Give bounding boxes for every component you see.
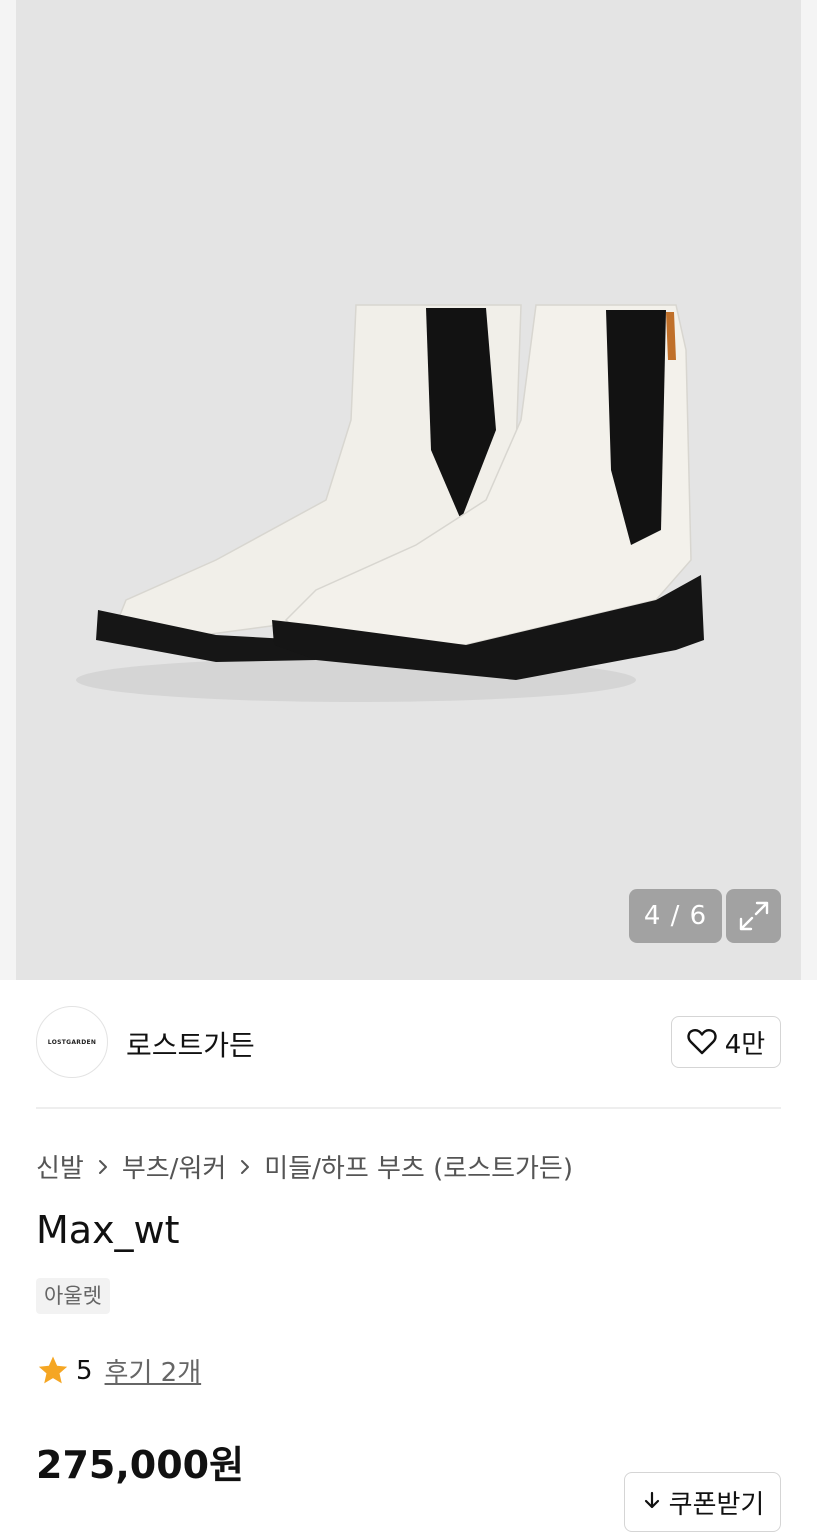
brand-row: LOSTGARDEN 로스트가든 4만	[36, 1006, 781, 1080]
breadcrumb-item-shoes[interactable]: 신발	[36, 1148, 84, 1185]
rating-score: 5	[76, 1355, 93, 1386]
expand-button[interactable]	[726, 889, 781, 943]
heart-icon	[687, 1029, 717, 1055]
star-icon	[38, 1356, 68, 1383]
download-icon	[644, 1491, 659, 1509]
expand-icon	[739, 901, 768, 931]
outlet-badge: 아울렛	[36, 1278, 110, 1314]
chevron-right-icon	[238, 1157, 252, 1177]
breadcrumb: 신발 부츠/워커 미들/하프 부츠 (로스트가든)	[36, 1148, 573, 1185]
product-image-gallery[interactable]: 4 / 6	[0, 0, 817, 980]
brand-logo[interactable]: LOSTGARDEN	[36, 1006, 108, 1078]
boots-illustration	[76, 304, 704, 702]
breadcrumb-item-middle-boots[interactable]: 미들/하프 부츠 (로스트가든)	[264, 1148, 573, 1185]
coupon-button[interactable]: 쿠폰받기	[624, 1472, 781, 1532]
chevron-right-icon	[96, 1157, 110, 1177]
product-price: 275,000원	[36, 1443, 245, 1487]
divider	[36, 1107, 781, 1109]
breadcrumb-item-boots[interactable]: 부츠/워커	[122, 1148, 226, 1185]
reviews-link[interactable]: 후기 2개	[105, 1352, 202, 1389]
like-count: 4만	[724, 1029, 766, 1060]
like-button[interactable]: 4만	[671, 1016, 781, 1068]
image-counter: 4 / 6	[629, 889, 722, 943]
product-title: Max_wt	[36, 1208, 180, 1252]
brand-logo-text: LOSTGARDEN	[47, 1038, 97, 1046]
brand-name[interactable]: 로스트가든	[126, 1024, 255, 1064]
product-image[interactable]	[16, 0, 801, 980]
rating-row: 5 후기 2개	[36, 1352, 201, 1389]
coupon-label: 쿠폰받기	[668, 1489, 765, 1520]
